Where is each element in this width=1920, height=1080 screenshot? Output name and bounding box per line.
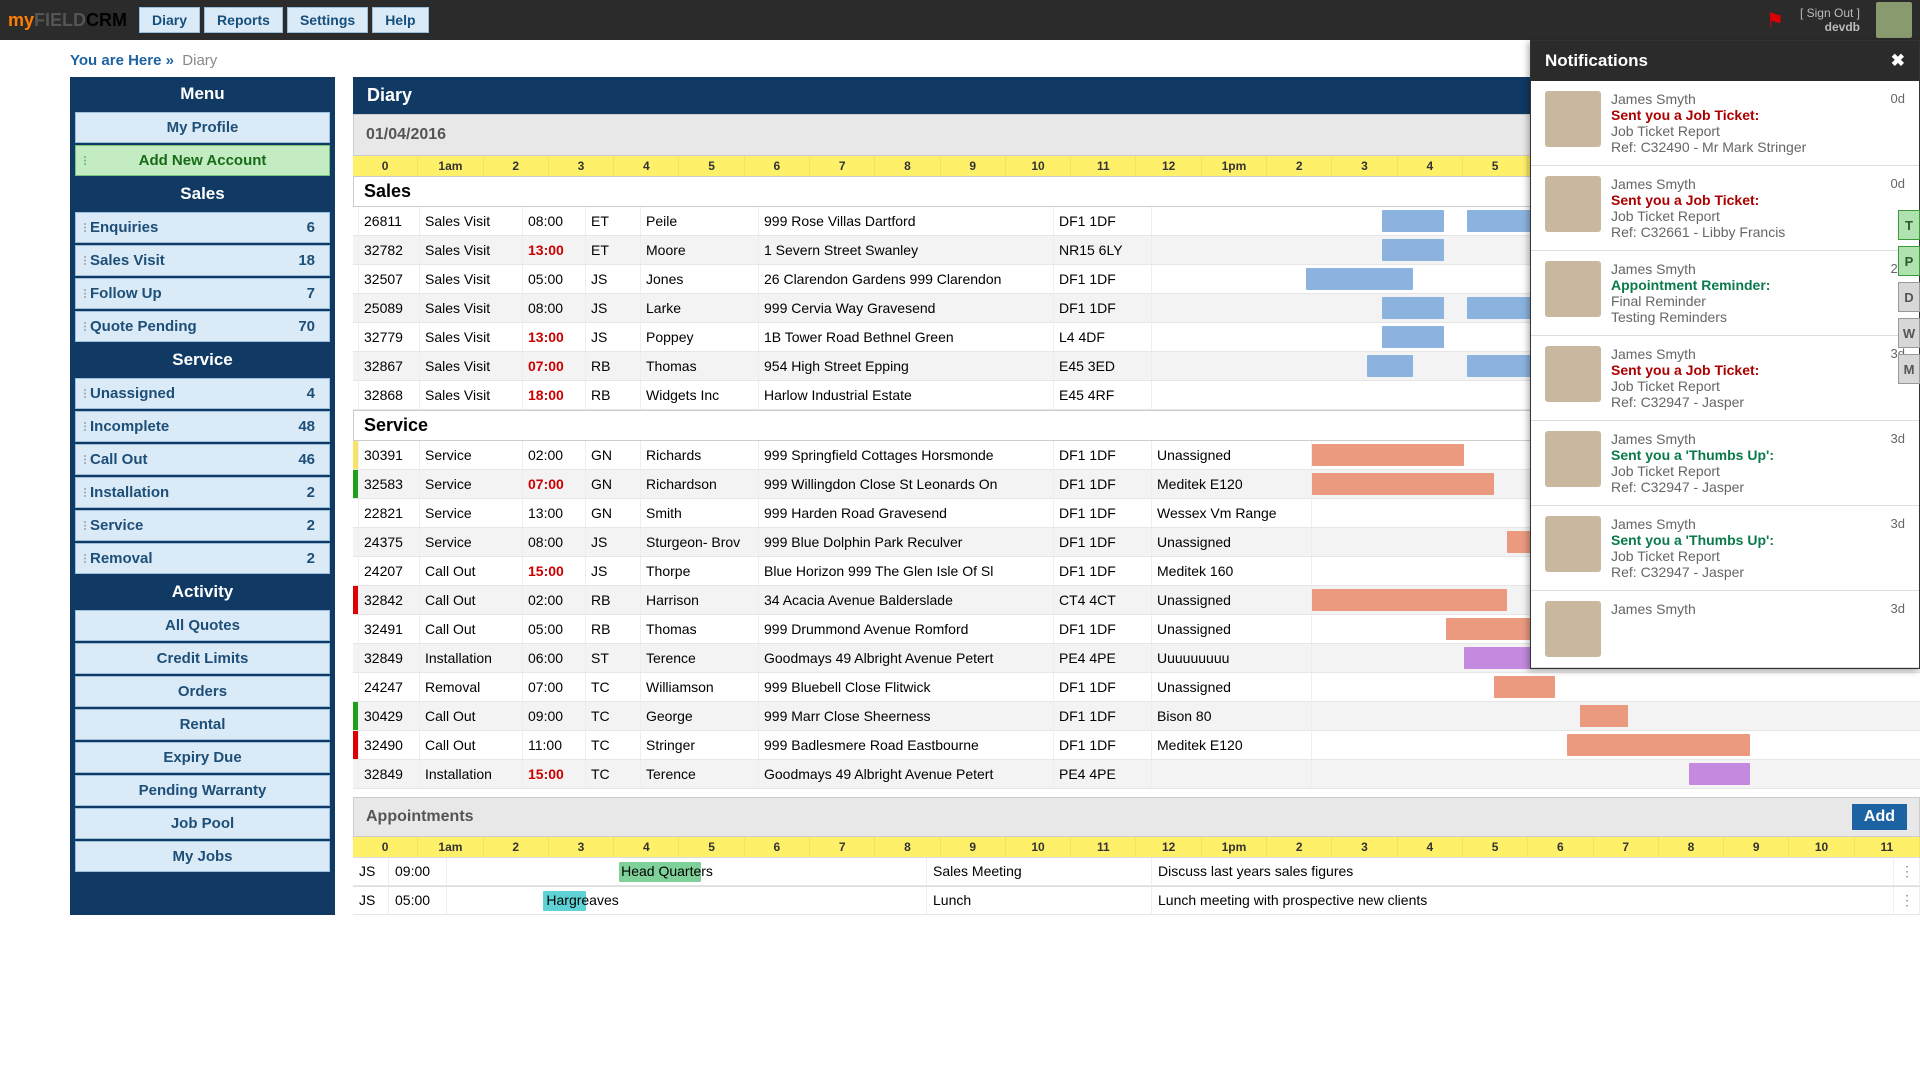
activity-item[interactable]: Pending Warranty — [75, 775, 330, 806]
table-row[interactable]: 30429Call Out09:00TCGeorge999 Marr Close… — [353, 702, 1920, 731]
top-nav: DiaryReportsSettingsHelp — [139, 7, 429, 33]
user-name: devdb — [1800, 20, 1860, 34]
activity-item[interactable]: Orders — [75, 676, 330, 707]
my-profile-button[interactable]: My Profile — [75, 112, 330, 143]
notification-item[interactable]: James SmythSent you a 'Thumbs Up':Job Ti… — [1531, 421, 1919, 506]
avatar — [1545, 261, 1601, 317]
sales-item[interactable]: ⋮Follow Up7 — [75, 278, 330, 309]
appointments-header: Appointments Add — [353, 797, 1920, 837]
avatar — [1545, 346, 1601, 402]
notification-item[interactable]: James Smyth3d — [1531, 591, 1919, 668]
activity-item[interactable]: All Quotes — [75, 610, 330, 641]
service-item[interactable]: ⋮Unassigned4 — [75, 378, 330, 409]
activity-header: Activity — [71, 576, 334, 608]
close-icon[interactable]: ✖ — [1891, 51, 1905, 71]
notifications-panel: Notifications ✖ James SmythSent you a Job… — [1530, 40, 1920, 669]
sales-header: Sales — [71, 178, 334, 210]
logo: myFIELDCRM — [8, 10, 127, 31]
service-item[interactable]: ⋮Incomplete48 — [75, 411, 330, 442]
side-tab-W[interactable]: W — [1898, 318, 1920, 348]
topbar: myFIELDCRM DiaryReportsSettingsHelp ⚑ [ … — [0, 0, 1920, 40]
row-menu-icon[interactable]: ⋮ — [1894, 887, 1920, 915]
appointment-row[interactable]: JS05:00HargreavesLunchLunch meeting with… — [353, 886, 1920, 915]
sales-item[interactable]: ⋮Sales Visit18 — [75, 245, 330, 276]
add-button[interactable]: Add — [1852, 804, 1907, 830]
side-tab-T[interactable]: T — [1898, 210, 1920, 240]
notification-item[interactable]: James SmythSent you a Job Ticket:Job Tic… — [1531, 336, 1919, 421]
sales-item[interactable]: ⋮Quote Pending70 — [75, 311, 330, 342]
service-item[interactable]: ⋮Installation2 — [75, 477, 330, 508]
nav-reports[interactable]: Reports — [204, 7, 283, 33]
table-row[interactable]: 32849Installation15:00TCTerenceGoodmays … — [353, 760, 1920, 789]
sales-item[interactable]: ⋮Enquiries6 — [75, 212, 330, 243]
service-item[interactable]: ⋮Service2 — [75, 510, 330, 541]
notifications-title: Notifications — [1545, 51, 1648, 71]
activity-item[interactable]: Job Pool — [75, 808, 330, 839]
side-tabs: TPDWM — [1898, 210, 1920, 384]
add-account-button[interactable]: ⋮Add New Account — [75, 145, 330, 176]
timeline-appointments: 01am234567891011121pm234567891011 — [353, 837, 1920, 857]
nav-settings[interactable]: Settings — [287, 7, 368, 33]
nav-diary[interactable]: Diary — [139, 7, 200, 33]
notification-item[interactable]: James SmythSent you a 'Thumbs Up':Job Ti… — [1531, 506, 1919, 591]
activity-item[interactable]: My Jobs — [75, 841, 330, 872]
activity-item[interactable]: Expiry Due — [75, 742, 330, 773]
side-tab-P[interactable]: P — [1898, 246, 1920, 276]
avatar[interactable] — [1876, 2, 1912, 38]
appointment-row[interactable]: JS09:00Head QuartersSales MeetingDiscuss… — [353, 857, 1920, 886]
avatar — [1545, 601, 1601, 657]
menu-header: Menu — [71, 78, 334, 110]
avatar — [1545, 516, 1601, 572]
notification-item[interactable]: James SmythSent you a Job Ticket:Job Tic… — [1531, 166, 1919, 251]
side-tab-D[interactable]: D — [1898, 282, 1920, 312]
notification-item[interactable]: James SmythSent you a Job Ticket:Job Tic… — [1531, 81, 1919, 166]
sidebar: Menu My Profile ⋮Add New Account Sales ⋮… — [70, 77, 335, 915]
row-menu-icon[interactable]: ⋮ — [1894, 858, 1920, 886]
activity-item[interactable]: Rental — [75, 709, 330, 740]
table-row[interactable]: 32490Call Out11:00TCStringer999 Badlesme… — [353, 731, 1920, 760]
flag-icon[interactable]: ⚑ — [1766, 8, 1784, 33]
signout-link[interactable]: [ Sign Out ] — [1800, 6, 1860, 20]
activity-item[interactable]: Credit Limits — [75, 643, 330, 674]
avatar — [1545, 91, 1601, 147]
nav-help[interactable]: Help — [372, 7, 428, 33]
service-header: Service — [71, 344, 334, 376]
avatar — [1545, 176, 1601, 232]
service-item[interactable]: ⋮Removal2 — [75, 543, 330, 574]
avatar — [1545, 431, 1601, 487]
notification-item[interactable]: James SmythAppointment Reminder:Final Re… — [1531, 251, 1919, 336]
side-tab-M[interactable]: M — [1898, 354, 1920, 384]
service-item[interactable]: ⋮Call Out46 — [75, 444, 330, 475]
date-label[interactable]: 01/04/2016 — [366, 126, 446, 144]
table-row[interactable]: 24247Removal07:00TCWilliamson999 Bluebel… — [353, 673, 1920, 702]
